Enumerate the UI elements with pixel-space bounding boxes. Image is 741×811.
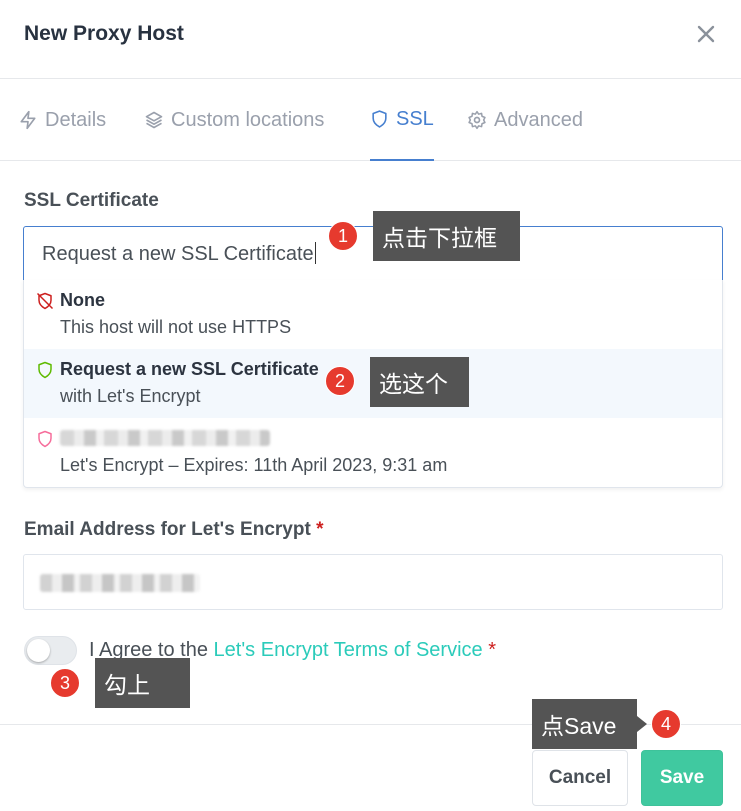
toggle-knob: [27, 639, 50, 662]
save-button[interactable]: Save: [641, 750, 723, 806]
tab-label: Advanced: [494, 108, 583, 131]
tab-label: SSL: [396, 107, 434, 130]
ssl-select-text: Request a new SSL Certificate: [42, 243, 314, 265]
option-subtitle: This host will not use HTTPS: [60, 317, 292, 337]
redacted-domain: [60, 430, 270, 446]
close-icon[interactable]: [694, 22, 718, 46]
layers-icon: [145, 111, 163, 129]
shield-icon: [38, 430, 52, 448]
text-caret: [314, 242, 316, 264]
ssl-select-value: Request a new SSL Certificate: [42, 242, 316, 266]
required-mark: *: [488, 639, 497, 661]
ssl-certificate-label: SSL Certificate: [24, 190, 159, 211]
email-label-text: Email Address for Let's Encrypt: [24, 519, 311, 540]
shield-off-icon: [36, 292, 54, 310]
ssl-option-existing-certificate[interactable]: Let's Encrypt – Expires: 11th April 2023…: [24, 418, 722, 487]
tab-bar: Details Custom locations SSL Advanced: [0, 79, 741, 161]
annotation-badge-1: 1: [328, 221, 358, 251]
redacted-email: [40, 574, 200, 592]
annotation-badge-4: 4: [651, 709, 681, 739]
annotation-callout-2: 选这个: [370, 357, 469, 407]
option-title: Request a new SSL Certificate: [60, 359, 319, 379]
terms-of-service-link[interactable]: Let's Encrypt Terms of Service: [214, 639, 483, 661]
annotation-callout-4: 点Save: [532, 699, 647, 749]
email-label: Email Address for Let's Encrypt *: [24, 519, 323, 541]
option-subtitle: with Let's Encrypt: [60, 386, 201, 406]
tab-custom-locations[interactable]: Custom locations: [144, 79, 324, 161]
tab-label: Details: [45, 108, 107, 131]
dialog-header: New Proxy Host: [0, 0, 741, 79]
option-title: None: [60, 290, 105, 310]
dialog-title: New Proxy Host: [24, 22, 184, 45]
cancel-button[interactable]: Cancel: [532, 750, 628, 806]
lightning-icon: [20, 110, 36, 130]
agree-toggle[interactable]: [24, 636, 77, 665]
tab-ssl[interactable]: SSL: [370, 79, 434, 161]
email-field[interactable]: [23, 554, 723, 610]
required-mark: *: [316, 519, 324, 540]
shield-icon: [372, 110, 387, 128]
option-subtitle: Let's Encrypt – Expires: 11th April 2023…: [60, 455, 448, 475]
shield-icon: [38, 361, 52, 379]
annotation-callout-1: 点击下拉框: [373, 211, 520, 261]
annotation-badge-2: 2: [325, 366, 355, 396]
ssl-option-none[interactable]: None This host will not use HTTPS: [24, 280, 722, 349]
gear-icon: [468, 110, 486, 130]
tab-advanced[interactable]: Advanced: [467, 79, 583, 161]
annotation-callout-3: 勾上: [95, 658, 190, 708]
tab-details[interactable]: Details: [18, 79, 106, 161]
tab-label: Custom locations: [171, 108, 325, 131]
annotation-badge-3: 3: [50, 668, 80, 698]
